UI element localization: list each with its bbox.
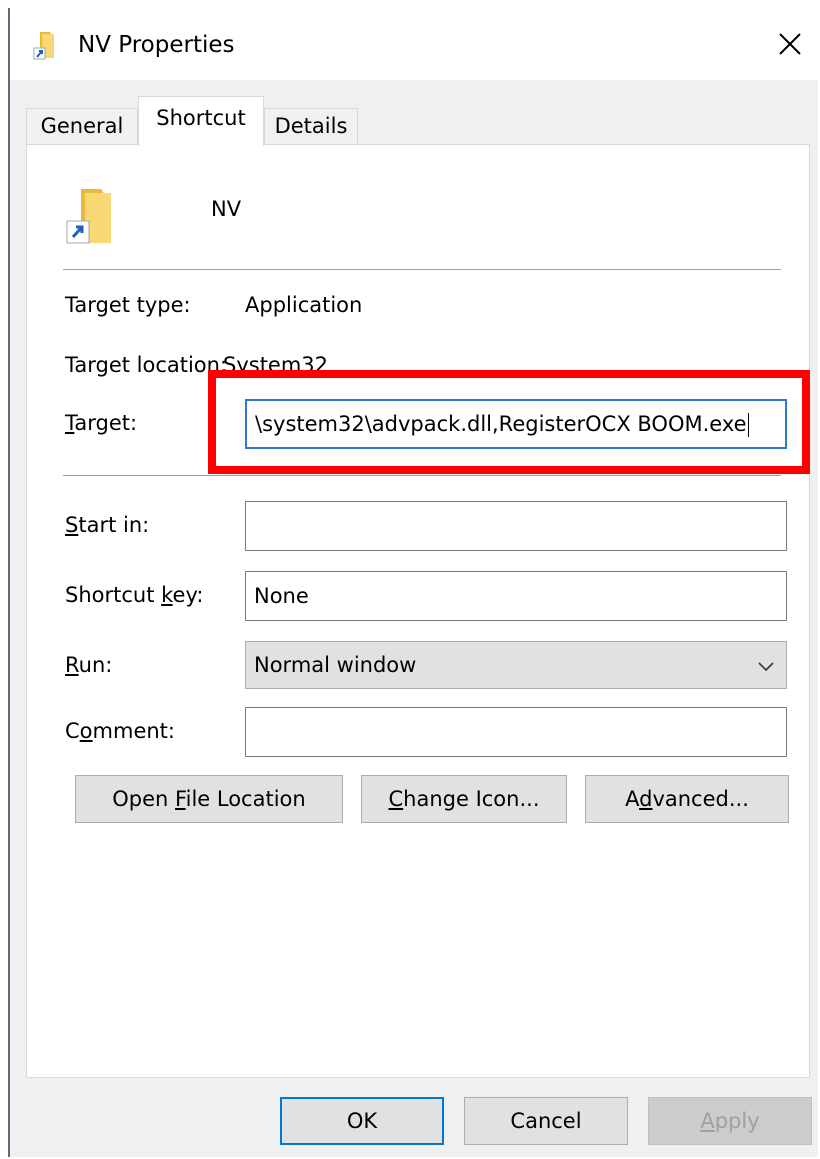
- target-label: Target:: [65, 411, 138, 435]
- close-button[interactable]: [768, 24, 812, 64]
- run-select[interactable]: Normal window: [245, 641, 787, 689]
- start-in-label: Start in:: [65, 513, 150, 537]
- target-type-value: Application: [245, 293, 363, 317]
- shortcut-icon: [66, 189, 111, 244]
- change-icon-button[interactable]: Change Icon...: [361, 775, 567, 823]
- target-location-label: Target location:: [65, 353, 228, 377]
- window-title: NV Properties: [78, 32, 235, 58]
- cancel-button[interactable]: Cancel: [464, 1097, 628, 1145]
- separator: [63, 475, 781, 476]
- shortcut-key-label: Shortcut key:: [65, 583, 204, 607]
- apply-button[interactable]: Apply: [648, 1097, 812, 1145]
- shortcut-tab-panel: NV Target type: Application Target locat…: [26, 144, 810, 1078]
- tab-shortcut[interactable]: Shortcut: [138, 96, 264, 146]
- chevron-down-icon: [758, 662, 774, 672]
- target-location-value: System32: [223, 353, 329, 377]
- separator: [63, 269, 781, 270]
- shortcut-name: NV: [211, 197, 242, 221]
- title-bar: NV Properties: [10, 8, 818, 80]
- properties-dialog: NV Properties General Shortcut Details N…: [8, 8, 818, 1157]
- folder-shortcut-icon: [33, 32, 54, 60]
- run-label: Run:: [65, 653, 113, 677]
- tab-general[interactable]: General: [26, 108, 138, 144]
- run-select-value: Normal window: [254, 653, 417, 677]
- advanced-button[interactable]: Advanced...: [585, 775, 789, 823]
- shortcut-key-input[interactable]: None: [245, 571, 787, 621]
- tab-details[interactable]: Details: [264, 108, 358, 144]
- open-file-location-button[interactable]: Open File Location: [75, 775, 343, 823]
- close-icon: [779, 33, 801, 55]
- text-caret: [747, 413, 749, 437]
- comment-input[interactable]: [245, 707, 787, 757]
- target-input[interactable]: \system32\advpack.dll,RegisterOCX BOOM.e…: [245, 399, 787, 449]
- target-type-label: Target type:: [65, 293, 191, 317]
- comment-label: Comment:: [65, 719, 175, 743]
- start-in-input[interactable]: [245, 501, 787, 551]
- ok-button[interactable]: OK: [280, 1097, 444, 1145]
